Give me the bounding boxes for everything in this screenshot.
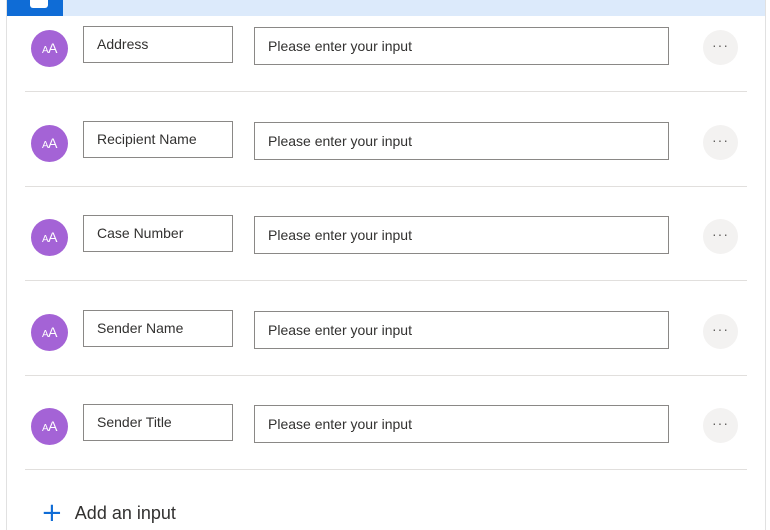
input-value-field[interactable] bbox=[254, 216, 669, 254]
row-divider bbox=[25, 469, 747, 470]
add-input-button[interactable]: + Add an input bbox=[41, 498, 176, 528]
input-value-field[interactable] bbox=[254, 405, 669, 443]
input-value-field[interactable] bbox=[254, 122, 669, 160]
input-row: AA Sender Title ··· bbox=[7, 378, 765, 472]
more-options-button[interactable]: ··· bbox=[703, 125, 738, 160]
input-name-field[interactable]: Sender Title bbox=[83, 404, 233, 441]
input-name-field[interactable]: Address bbox=[83, 26, 233, 63]
input-name-field[interactable]: Recipient Name bbox=[83, 121, 233, 158]
input-row: AA Address ··· bbox=[7, 0, 765, 94]
text-type-icon: AA bbox=[31, 219, 68, 256]
input-row: AA Case Number ··· bbox=[7, 189, 765, 283]
text-type-icon: AA bbox=[31, 30, 68, 67]
input-name-field[interactable]: Sender Name bbox=[83, 310, 233, 347]
more-options-button[interactable]: ··· bbox=[703, 30, 738, 65]
text-type-icon: AA bbox=[31, 408, 68, 445]
input-name-field[interactable]: Case Number bbox=[83, 215, 233, 252]
inputs-panel: AA Address ··· AA Recipient Name ··· AA … bbox=[6, 0, 766, 530]
text-type-icon: AA bbox=[31, 314, 68, 351]
input-row: AA Sender Name ··· bbox=[7, 284, 765, 378]
row-divider bbox=[25, 186, 747, 187]
input-value-field[interactable] bbox=[254, 311, 669, 349]
more-options-button[interactable]: ··· bbox=[703, 314, 738, 349]
row-divider bbox=[25, 91, 747, 92]
plus-icon: + bbox=[41, 498, 63, 528]
text-type-icon: AA bbox=[31, 125, 68, 162]
input-row: AA Recipient Name ··· bbox=[7, 95, 765, 189]
more-options-button[interactable]: ··· bbox=[703, 219, 738, 254]
add-input-label: Add an input bbox=[74, 502, 176, 523]
more-options-button[interactable]: ··· bbox=[703, 408, 738, 443]
row-divider bbox=[25, 280, 747, 281]
input-value-field[interactable] bbox=[254, 27, 669, 65]
row-divider bbox=[25, 375, 747, 376]
